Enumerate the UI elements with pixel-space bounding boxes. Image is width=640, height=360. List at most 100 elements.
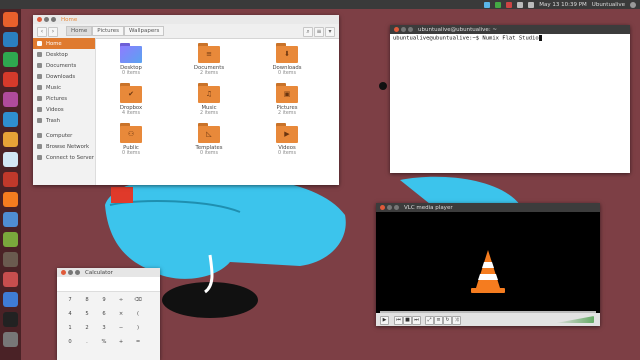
calc-key[interactable]: − [114, 324, 128, 333]
launcher-writer-icon[interactable] [3, 92, 18, 107]
shuffle-icon[interactable]: ⤨ [452, 316, 461, 325]
folder-item-videos[interactable]: ▶ Videos 0 items [257, 123, 317, 156]
sidebar-item-trash[interactable]: Trash [33, 115, 95, 126]
calc-key[interactable]: 4 [63, 310, 77, 319]
calc-key[interactable]: ÷ [114, 296, 128, 305]
vlc-titlebar[interactable]: VLC media player [376, 203, 600, 212]
sidebar-item-browse-network[interactable]: Browse Network [33, 141, 95, 152]
close-icon[interactable] [394, 27, 399, 32]
terminal-prompt-line[interactable]: ubuntualive@ubuntualive:~$ Numix Flat St… [390, 34, 630, 43]
maximize-icon[interactable] [408, 27, 413, 32]
sidebar-item-music[interactable]: Music [33, 82, 95, 93]
launcher-software-icon[interactable] [3, 152, 18, 167]
search-icon[interactable]: ⌕ [303, 27, 313, 37]
calc-key[interactable]: 0 [63, 338, 77, 347]
session-gear-icon[interactable] [630, 1, 636, 8]
folder-item-music[interactable]: ♫ Music 2 items [179, 83, 239, 116]
launcher-calc-icon[interactable] [3, 112, 18, 127]
next-icon[interactable]: ⏭ [412, 316, 421, 325]
launcher-terminal-icon[interactable] [3, 72, 18, 87]
sidebar-item-documents[interactable]: Documents [33, 60, 95, 71]
calc-key[interactable]: . [80, 338, 94, 347]
calc-key[interactable]: 7 [63, 296, 77, 305]
launcher-calculator-icon[interactable] [3, 272, 18, 287]
sidebar-item-connect-to-server[interactable]: Connect to Server [33, 152, 95, 163]
update-indicator-icon[interactable] [495, 1, 502, 8]
calc-key[interactable]: = [131, 338, 145, 347]
network-indicator-icon[interactable] [484, 1, 491, 8]
launcher-gimp-icon[interactable] [3, 252, 18, 267]
clock[interactable]: May 13 10:39 PM [539, 2, 587, 8]
close-icon[interactable] [380, 205, 385, 210]
vlc-seek-bar[interactable] [380, 311, 596, 313]
folder-item-public[interactable]: ⚇ Public 0 items [101, 123, 161, 156]
calc-key[interactable]: + [114, 338, 128, 347]
launcher-impress-icon[interactable] [3, 132, 18, 147]
calc-key[interactable]: 5 [80, 310, 94, 319]
calc-key[interactable]: ) [131, 324, 145, 333]
terminal-titlebar[interactable]: ubuntualive@ubuntualive: ~ [390, 25, 630, 34]
calc-key[interactable]: 2 [80, 324, 94, 333]
maximize-icon[interactable] [394, 205, 399, 210]
calc-key[interactable]: 1 [63, 324, 77, 333]
volume-slider-icon[interactable] [556, 316, 594, 323]
volume-icon[interactable] [517, 1, 524, 8]
calc-key[interactable]: 3 [97, 324, 111, 333]
launcher-files-icon[interactable] [3, 32, 18, 47]
minimize-icon[interactable] [68, 270, 73, 275]
play-icon[interactable]: ▶ [380, 316, 389, 325]
calculator-titlebar[interactable]: Calculator [57, 268, 160, 277]
back-button[interactable]: ‹ [37, 27, 47, 37]
launcher-trash-icon[interactable] [3, 332, 18, 347]
minimize-icon[interactable] [44, 17, 49, 22]
forward-button[interactable]: › [48, 27, 58, 37]
minimize-icon[interactable] [387, 205, 392, 210]
sidebar-item-videos[interactable]: Videos [33, 104, 95, 115]
vlc-video-area[interactable] [376, 212, 600, 315]
previous-icon[interactable]: ⏮ [394, 316, 403, 325]
calc-key[interactable]: ⌫ [131, 296, 145, 305]
view-list-icon[interactable]: ≡ [314, 27, 324, 37]
sidebar-item-home[interactable]: Home [33, 38, 95, 49]
folder-item-documents[interactable]: ≡ Documents 2 items [179, 43, 239, 76]
launcher-inkscape-icon[interactable] [3, 292, 18, 307]
loop-icon[interactable]: ↻ [443, 316, 452, 325]
maximize-icon[interactable] [51, 17, 56, 22]
calc-key[interactable]: % [97, 338, 111, 347]
sidebar-item-downloads[interactable]: Downloads [33, 71, 95, 82]
launcher-vlc-icon[interactable] [3, 192, 18, 207]
close-icon[interactable] [61, 270, 66, 275]
launcher-shotwell-icon[interactable] [3, 232, 18, 247]
folder-item-pictures[interactable]: ▣ Pictures 2 items [257, 83, 317, 116]
folder-item-desktop[interactable]: Desktop 0 items [101, 43, 161, 76]
folder-item-downloads[interactable]: ⬇ Downloads 0 items [257, 43, 317, 76]
folder-item-templates[interactable]: ◺ Templates 0 items [179, 123, 239, 156]
crumb-home[interactable]: Home [66, 26, 93, 36]
launcher-terminal-icon[interactable] [3, 312, 18, 327]
launcher-chrome-icon[interactable] [3, 52, 18, 67]
launcher-dash-icon[interactable] [3, 12, 18, 27]
crumb-pictures[interactable]: Pictures [92, 26, 125, 36]
calc-key[interactable]: 6 [97, 310, 111, 319]
calc-key[interactable]: 9 [97, 296, 111, 305]
launcher-settings-icon[interactable] [3, 172, 18, 187]
battery-icon[interactable] [528, 1, 535, 8]
menu-icon[interactable]: ▾ [325, 27, 335, 37]
fullscreen-icon[interactable]: ⤢ [425, 316, 434, 325]
playlist-icon[interactable]: ≡ [434, 316, 443, 325]
stop-icon[interactable]: ■ [403, 316, 412, 325]
files-titlebar[interactable]: Home [33, 15, 339, 24]
calc-key[interactable]: ( [131, 310, 145, 319]
maximize-icon[interactable] [75, 270, 80, 275]
minimize-icon[interactable] [401, 27, 406, 32]
keyboard-indicator-icon[interactable] [506, 1, 513, 8]
sidebar-item-pictures[interactable]: Pictures [33, 93, 95, 104]
crumb-wallpapers[interactable]: Wallpapers [124, 26, 165, 36]
folder-item-dropbox[interactable]: ✔ Dropbox 4 items [101, 83, 161, 116]
user-menu[interactable]: Ubuntualive [592, 2, 625, 8]
launcher-screenshot-icon[interactable] [3, 212, 18, 227]
sidebar-item-computer[interactable]: Computer [33, 130, 95, 141]
close-icon[interactable] [37, 17, 42, 22]
calc-key[interactable]: 8 [80, 296, 94, 305]
sidebar-item-desktop[interactable]: Desktop [33, 49, 95, 60]
